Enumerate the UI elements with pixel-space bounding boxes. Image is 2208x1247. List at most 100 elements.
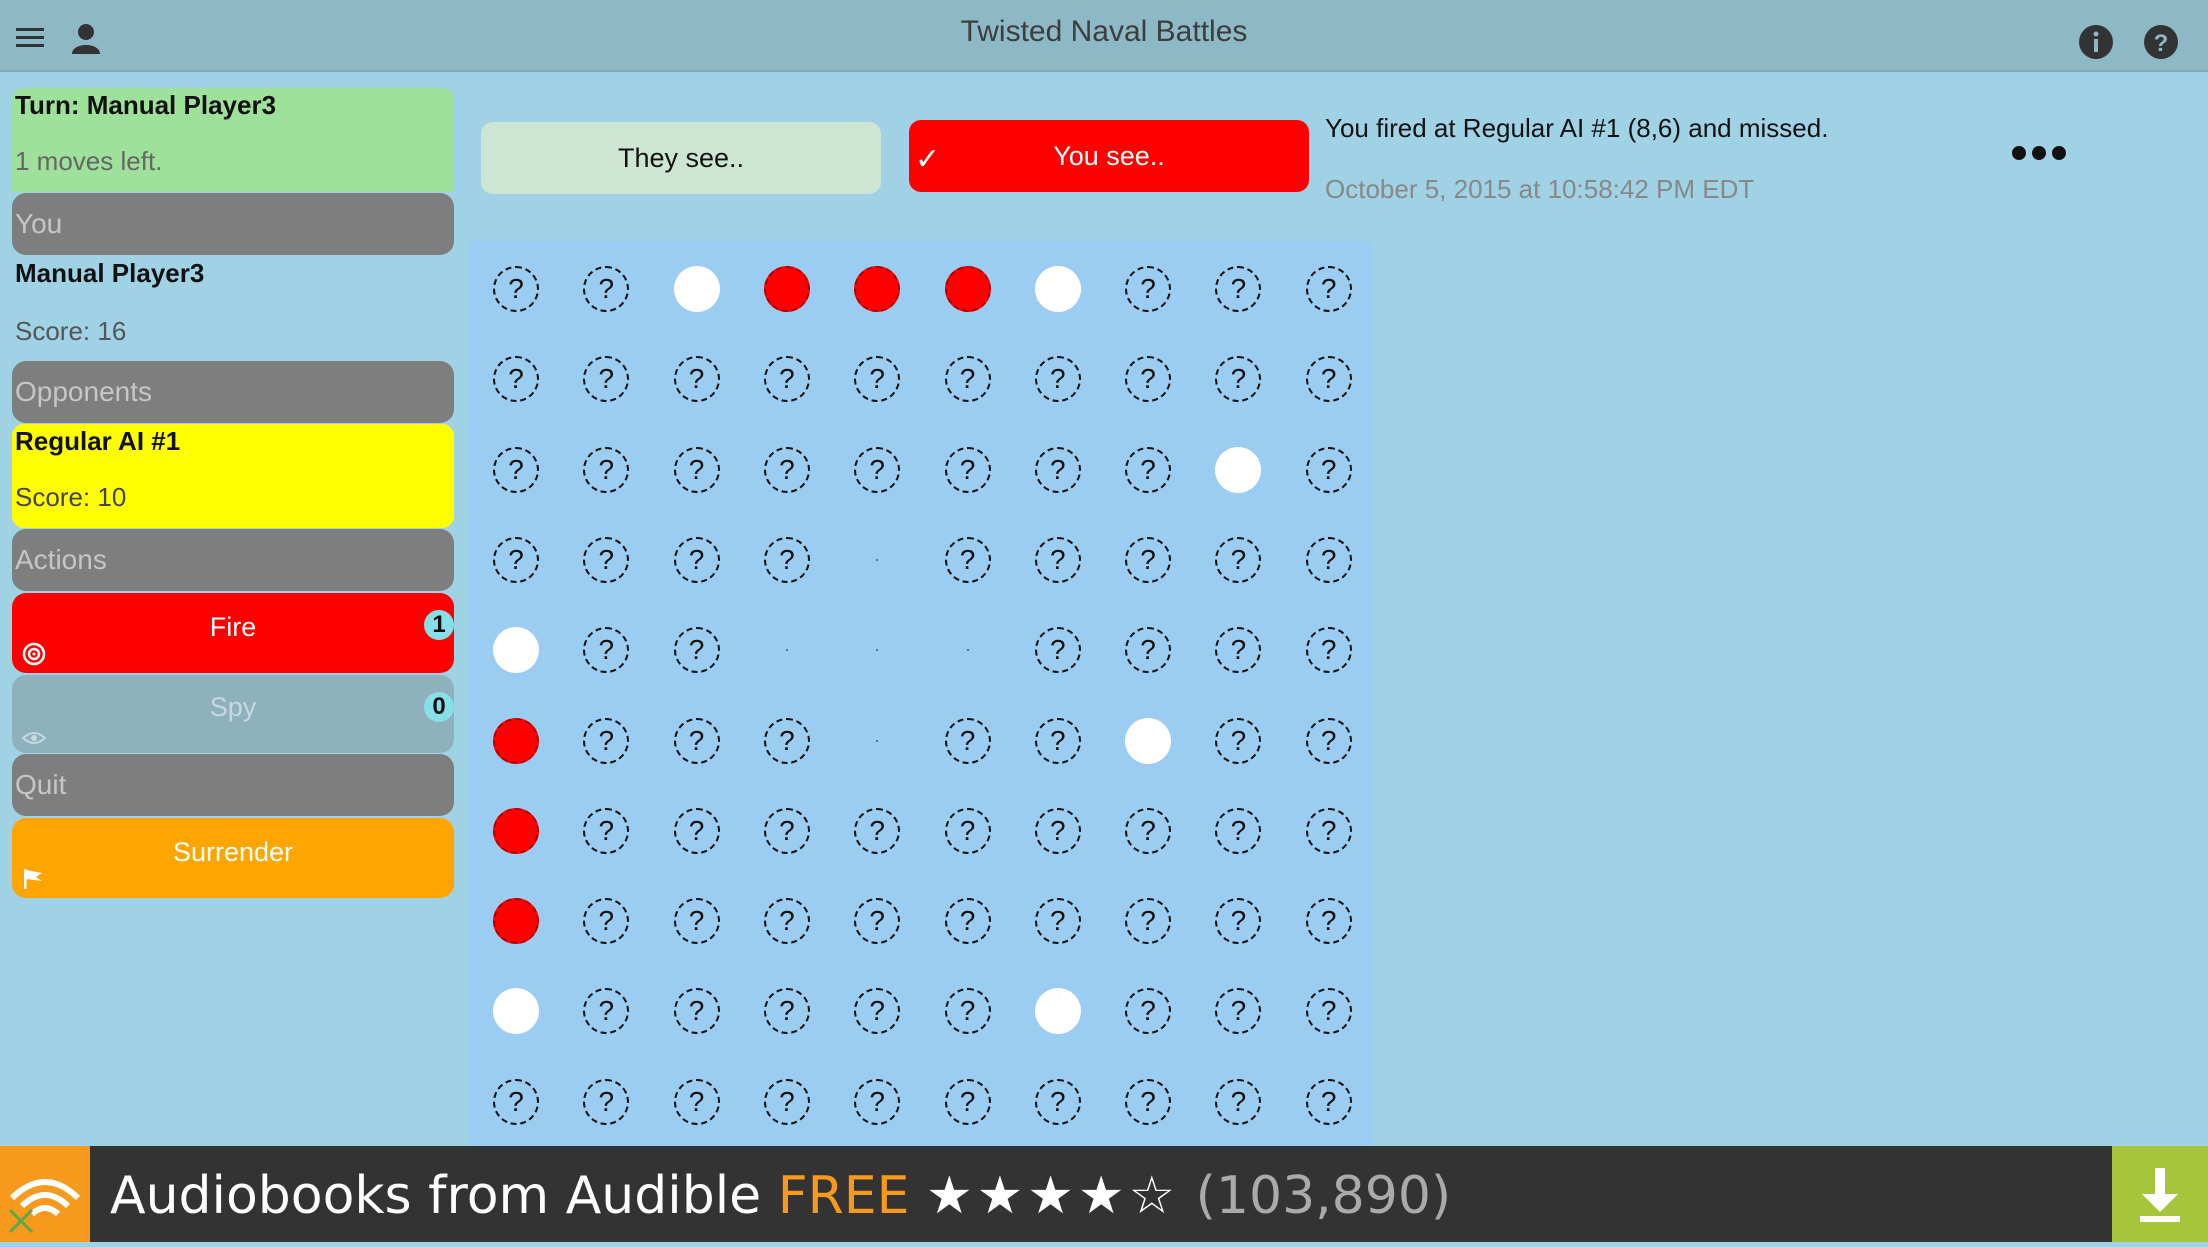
board-cell-unknown[interactable]: ? bbox=[673, 988, 720, 1035]
board-cell-unknown[interactable]: ? bbox=[1305, 988, 1352, 1035]
board-cell-revealed[interactable] bbox=[876, 649, 879, 652]
board-cell-unknown[interactable]: ? bbox=[1215, 807, 1262, 854]
board-cell-unknown[interactable]: ? bbox=[944, 446, 991, 493]
info-icon[interactable] bbox=[2078, 24, 2114, 65]
board-cell-unknown[interactable]: ? bbox=[583, 1078, 630, 1125]
board-cell-miss[interactable] bbox=[1034, 988, 1081, 1035]
board-cell-unknown[interactable]: ? bbox=[854, 807, 901, 854]
board-cell-unknown[interactable]: ? bbox=[944, 717, 991, 764]
board-cell-unknown[interactable]: ? bbox=[583, 266, 630, 312]
board-cell-unknown[interactable]: ? bbox=[1215, 717, 1262, 764]
board-cell-unknown[interactable]: ? bbox=[1305, 717, 1352, 764]
board-cell-unknown[interactable]: ? bbox=[673, 446, 720, 493]
board-cell-unknown[interactable]: ? bbox=[583, 627, 630, 674]
board-cell-unknown[interactable]: ? bbox=[1305, 446, 1352, 493]
board-cell-unknown[interactable]: ? bbox=[854, 1078, 901, 1125]
board-cell-hit[interactable] bbox=[493, 898, 539, 945]
board-cell-unknown[interactable]: ? bbox=[1215, 266, 1262, 312]
board-cell-unknown[interactable]: ? bbox=[493, 536, 539, 583]
board-cell-revealed[interactable] bbox=[966, 649, 969, 652]
board-cell-unknown[interactable]: ? bbox=[1305, 1078, 1352, 1125]
board-cell-unknown[interactable]: ? bbox=[854, 898, 901, 945]
board-cell-unknown[interactable]: ? bbox=[583, 898, 630, 945]
board-cell-unknown[interactable]: ? bbox=[1125, 446, 1172, 493]
board-cell-unknown[interactable]: ? bbox=[493, 266, 539, 312]
tab-you-see[interactable]: ✓ You see.. bbox=[909, 120, 1309, 192]
board-cell-miss[interactable] bbox=[493, 627, 539, 674]
board-cell-unknown[interactable]: ? bbox=[763, 1078, 810, 1125]
board-cell-unknown[interactable]: ? bbox=[673, 356, 720, 403]
board-cell-unknown[interactable]: ? bbox=[1125, 898, 1172, 945]
opponent-card[interactable]: Regular AI #1 Score: 10 bbox=[12, 424, 454, 528]
board-cell-unknown[interactable]: ? bbox=[763, 356, 810, 403]
board-cell-hit[interactable] bbox=[763, 266, 810, 312]
board-cell-hit[interactable] bbox=[854, 266, 901, 312]
board-cell-unknown[interactable]: ? bbox=[944, 536, 991, 583]
board-cell-unknown[interactable]: ? bbox=[1215, 1078, 1262, 1125]
board-cell-unknown[interactable]: ? bbox=[763, 898, 810, 945]
board-cell-unknown[interactable]: ? bbox=[763, 988, 810, 1035]
board-cell-unknown[interactable]: ? bbox=[1305, 536, 1352, 583]
board-cell-unknown[interactable]: ? bbox=[763, 536, 810, 583]
board-cell-unknown[interactable]: ? bbox=[1215, 356, 1262, 403]
help-icon[interactable]: ? bbox=[2143, 24, 2179, 65]
download-button[interactable] bbox=[2112, 1146, 2208, 1242]
board-cell-unknown[interactable]: ? bbox=[1305, 807, 1352, 854]
board-cell-unknown[interactable]: ? bbox=[673, 1078, 720, 1125]
board-cell-unknown[interactable]: ? bbox=[1125, 536, 1172, 583]
board-cell-unknown[interactable]: ? bbox=[1215, 988, 1262, 1035]
board-cell-unknown[interactable]: ? bbox=[583, 446, 630, 493]
board-cell-miss[interactable] bbox=[1125, 717, 1172, 764]
board-cell-unknown[interactable]: ? bbox=[1215, 898, 1262, 945]
board-cell-revealed[interactable] bbox=[876, 558, 879, 561]
board-cell-hit[interactable] bbox=[493, 807, 539, 854]
board-cell-unknown[interactable]: ? bbox=[1034, 1078, 1081, 1125]
board-cell-unknown[interactable]: ? bbox=[1034, 446, 1081, 493]
board-cell-unknown[interactable]: ? bbox=[1305, 627, 1352, 674]
board-cell-unknown[interactable]: ? bbox=[1215, 627, 1262, 674]
board-cell-unknown[interactable]: ? bbox=[1034, 807, 1081, 854]
board-cell-unknown[interactable]: ? bbox=[1034, 717, 1081, 764]
fire-button[interactable]: Fire 1 bbox=[12, 593, 454, 673]
ad-banner[interactable]: Audiobooks from Audible FREE ★★★★☆ (103,… bbox=[0, 1146, 2208, 1242]
board-cell-unknown[interactable]: ? bbox=[1125, 988, 1172, 1035]
board-cell-unknown[interactable]: ? bbox=[583, 988, 630, 1035]
board-cell-unknown[interactable]: ? bbox=[583, 807, 630, 854]
board-cell-unknown[interactable]: ? bbox=[1125, 356, 1172, 403]
board-cell-unknown[interactable]: ? bbox=[763, 717, 810, 764]
ad-close-icon[interactable] bbox=[6, 1206, 36, 1236]
board-cell-unknown[interactable]: ? bbox=[1125, 627, 1172, 674]
more-options-icon[interactable] bbox=[2010, 143, 2070, 168]
board-cell-unknown[interactable]: ? bbox=[673, 807, 720, 854]
spy-button[interactable]: Spy 0 bbox=[12, 675, 454, 753]
board-cell-revealed[interactable] bbox=[876, 739, 879, 742]
surrender-button[interactable]: Surrender bbox=[12, 818, 454, 898]
board-cell-unknown[interactable]: ? bbox=[1125, 807, 1172, 854]
board-cell-unknown[interactable]: ? bbox=[673, 536, 720, 583]
board-cell-unknown[interactable]: ? bbox=[1215, 536, 1262, 583]
board-cell-unknown[interactable]: ? bbox=[673, 717, 720, 764]
board-cell-unknown[interactable]: ? bbox=[854, 446, 901, 493]
board-cell-miss[interactable] bbox=[1034, 266, 1081, 312]
board-cell-unknown[interactable]: ? bbox=[673, 627, 720, 674]
board-cell-unknown[interactable]: ? bbox=[763, 446, 810, 493]
board-cell-unknown[interactable]: ? bbox=[854, 356, 901, 403]
board-cell-unknown[interactable]: ? bbox=[1305, 266, 1352, 312]
board-cell-unknown[interactable]: ? bbox=[1034, 356, 1081, 403]
board-cell-unknown[interactable]: ? bbox=[944, 898, 991, 945]
board-cell-unknown[interactable]: ? bbox=[944, 988, 991, 1035]
board-cell-unknown[interactable]: ? bbox=[1034, 898, 1081, 945]
board-cell-miss[interactable] bbox=[673, 266, 720, 312]
board-cell-hit[interactable] bbox=[493, 717, 539, 764]
board-cell-unknown[interactable]: ? bbox=[1305, 898, 1352, 945]
board-cell-unknown[interactable]: ? bbox=[673, 898, 720, 945]
board-cell-revealed[interactable] bbox=[785, 649, 788, 652]
board-cell-hit[interactable] bbox=[944, 266, 991, 312]
board-cell-miss[interactable] bbox=[493, 988, 539, 1035]
board-cell-unknown[interactable]: ? bbox=[493, 356, 539, 403]
board-cell-miss[interactable] bbox=[1215, 446, 1262, 493]
board-cell-unknown[interactable]: ? bbox=[1125, 266, 1172, 312]
board-cell-unknown[interactable]: ? bbox=[583, 717, 630, 764]
tab-they-see[interactable]: They see.. bbox=[481, 122, 881, 194]
board-cell-unknown[interactable]: ? bbox=[1034, 627, 1081, 674]
